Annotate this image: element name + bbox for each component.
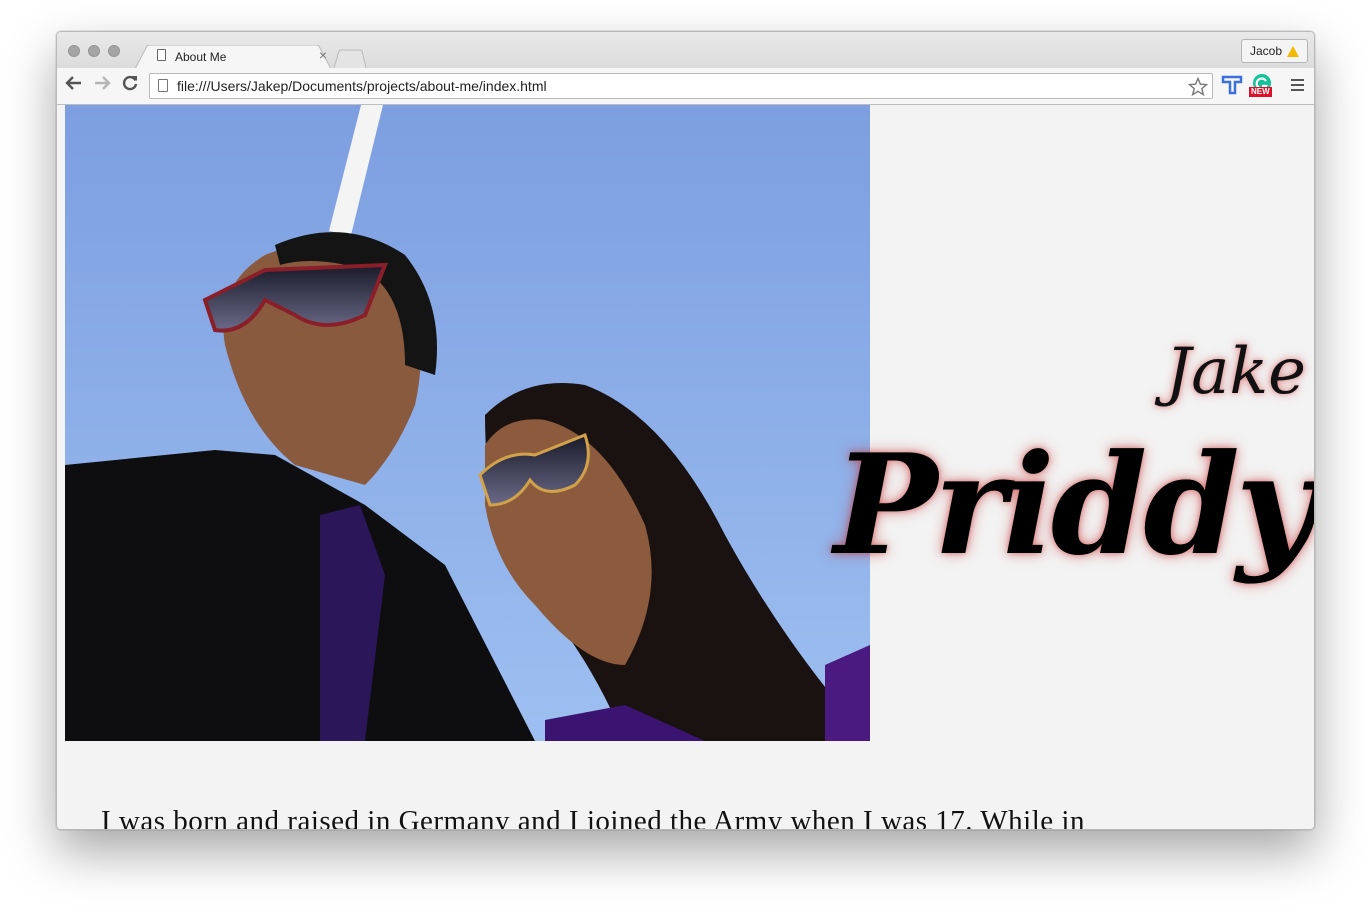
page-content: Jake Priddy I was born and raised in Ger… (57, 105, 1314, 829)
profile-button[interactable]: Jacob (1240, 39, 1308, 63)
first-name-heading: Jake (1165, 335, 1306, 409)
browser-window: About Me × Jacob file:///Users/Jakep/Doc… (56, 31, 1315, 830)
last-name-heading: Priddy (833, 423, 1314, 586)
tab-about-me[interactable]: About Me × (135, 45, 332, 69)
tab-close-icon[interactable]: × (319, 47, 327, 63)
page-icon (157, 49, 166, 61)
couple-photo-image (65, 105, 870, 741)
page-info-icon[interactable] (158, 79, 168, 92)
reload-button[interactable] (119, 74, 141, 96)
grammarly-extension-button[interactable]: NEW (1249, 73, 1275, 99)
close-window-button[interactable] (68, 45, 80, 57)
warning-icon (1287, 45, 1299, 57)
minimize-window-button[interactable] (88, 45, 100, 57)
back-arrow-icon (65, 76, 81, 90)
profile-name: Jacob (1249, 44, 1282, 58)
url-text: file:///Users/Jakep/Documents/projects/a… (177, 78, 547, 94)
bookmark-star-icon[interactable] (1188, 77, 1208, 97)
reload-icon (122, 75, 138, 91)
tab-title: About Me (175, 50, 227, 64)
profile-photo (65, 105, 870, 741)
address-bar[interactable]: file:///Users/Jakep/Documents/projects/a… (149, 73, 1213, 99)
forward-arrow-icon (95, 76, 111, 90)
bio-paragraph: I was born and raised in Germany and I j… (101, 805, 1085, 829)
extension-t-icon[interactable] (1221, 74, 1243, 96)
forward-button[interactable] (91, 74, 113, 96)
toolbar: file:///Users/Jakep/Documents/projects/a… (57, 68, 1314, 105)
new-tab-button[interactable] (333, 49, 367, 69)
new-badge: NEW (1249, 87, 1272, 97)
menu-icon[interactable] (1291, 79, 1304, 94)
tab-shape (135, 45, 332, 69)
back-button[interactable] (63, 74, 85, 96)
maximize-window-button[interactable] (108, 45, 120, 57)
title-bar: About Me × Jacob (57, 32, 1314, 69)
